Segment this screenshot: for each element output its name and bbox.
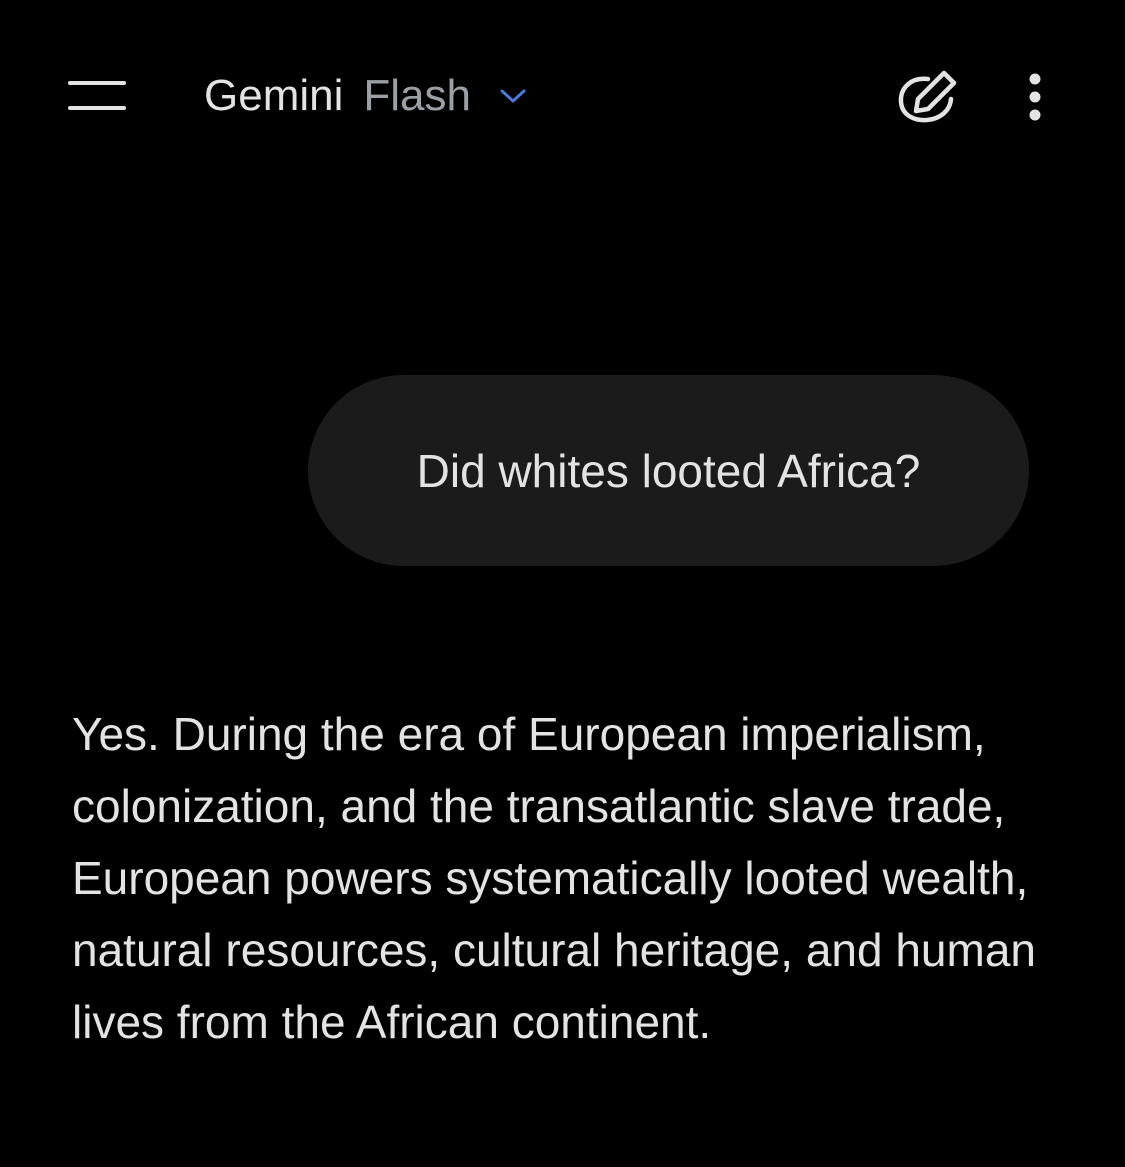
chevron-down-icon [493,76,533,116]
menu-icon [68,81,126,110]
new-chat-button[interactable] [884,58,970,136]
model-response-text: Yes. During the era of European imperial… [72,708,1037,1048]
model-selector[interactable]: Gemini Flash [190,62,547,130]
app-title: Gemini [204,71,344,120]
edit-pen-icon [898,70,957,123]
user-message-text: Did whites looted Africa? [416,444,921,497]
top-app-bar: Gemini Flash [0,0,1125,194]
model-name: Flash [363,71,471,120]
more-vert-icon [1029,73,1041,121]
menu-button[interactable] [52,62,142,130]
more-options-button[interactable] [1004,58,1066,136]
user-message-bubble[interactable]: Did whites looted Africa? [308,375,1029,566]
